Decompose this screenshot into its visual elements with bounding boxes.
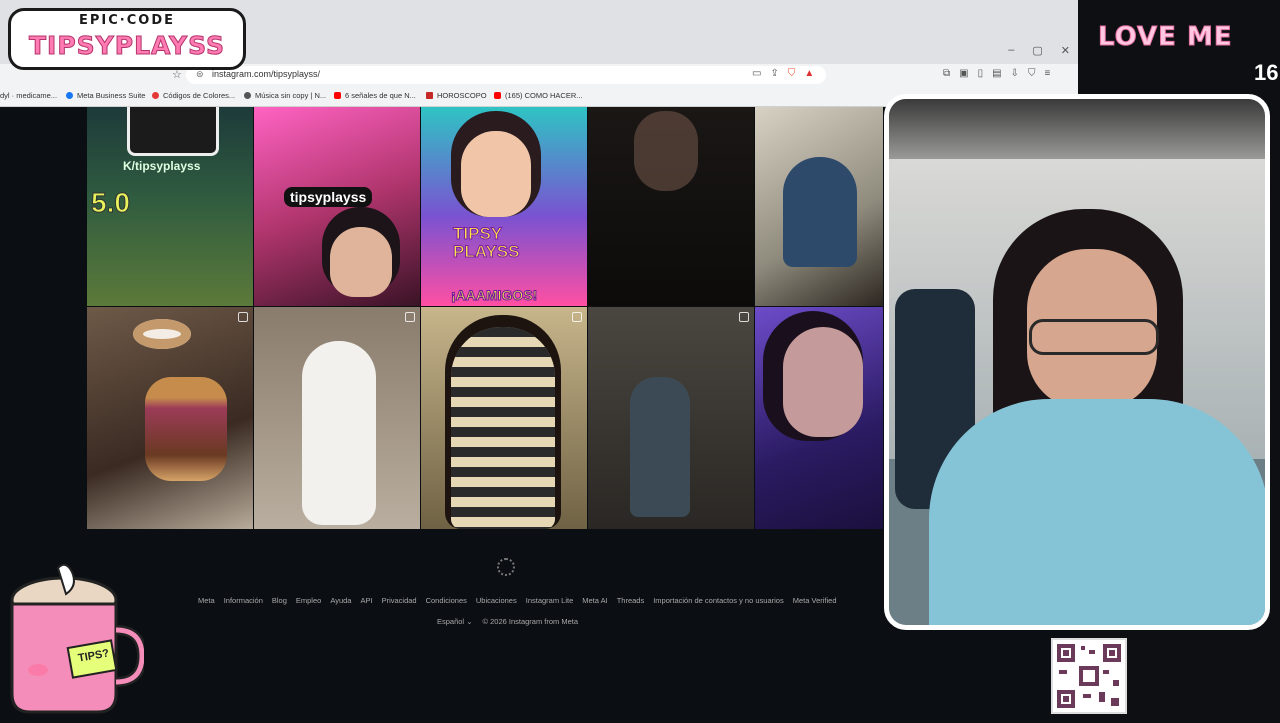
- post-tile[interactable]: TIPSY PLAYSS ¡AAAMIGOS!: [421, 107, 587, 306]
- footer-link[interactable]: Información: [224, 596, 263, 605]
- window-controls: – ▢ ✕: [1008, 44, 1070, 57]
- streamer-thumbnail: [127, 107, 219, 156]
- post-tile[interactable]: [755, 107, 883, 306]
- post-tile[interactable]: [588, 107, 754, 306]
- footer-link[interactable]: Meta: [198, 596, 215, 605]
- site-info-icon[interactable]: ⊜: [196, 69, 204, 80]
- footer-link[interactable]: Blog: [272, 596, 287, 605]
- glasses: [1029, 319, 1159, 355]
- handle-badge: tipsyplayss: [284, 187, 373, 207]
- logo-title: TIPSYPLAYSS: [29, 31, 225, 61]
- bookmark-item[interactable]: HOROSCOPO: [426, 91, 487, 100]
- post-tile[interactable]: [421, 307, 587, 529]
- bookmark-item[interactable]: Música sin copy | N...: [244, 91, 326, 100]
- footer-link[interactable]: Ayuda: [330, 596, 351, 605]
- share-icon[interactable]: ⇪: [770, 68, 778, 79]
- mug-illustration: [10, 563, 148, 714]
- love-me-text: LOVE ME: [1098, 22, 1233, 53]
- meta-icon: [66, 92, 73, 99]
- extensions-icon[interactable]: ⧉: [943, 68, 950, 79]
- post-tile[interactable]: K/tipsyplayss 5.0: [87, 107, 253, 306]
- minimize-button[interactable]: –: [1008, 44, 1014, 57]
- screenshot-icon[interactable]: ▣: [959, 68, 968, 79]
- chevron-down-icon: ⌄: [466, 617, 473, 626]
- menu-icon[interactable]: ≡: [1044, 68, 1050, 79]
- streamer-sweater: [929, 399, 1265, 625]
- channel-logo: EPIC·CODE TIPSYPLAYSS: [8, 8, 246, 70]
- reel-icon: [739, 312, 749, 322]
- reel-icon: [572, 312, 582, 322]
- post-tile[interactable]: [254, 307, 420, 529]
- youtube-icon: [334, 92, 341, 99]
- downloads-icon[interactable]: ⇩: [1011, 68, 1019, 79]
- girl-on-chair: [630, 377, 690, 517]
- cast-icon[interactable]: ▭: [752, 68, 761, 79]
- copyright-text: © 2026 Instagram from Meta: [482, 617, 579, 626]
- vpn-icon[interactable]: ⛉: [1028, 68, 1036, 79]
- footer-link[interactable]: Ubicaciones: [476, 596, 517, 605]
- post-tile[interactable]: tipsyplayss: [254, 107, 420, 306]
- reel-icon: [238, 312, 248, 322]
- maximize-button[interactable]: ▢: [1032, 44, 1042, 57]
- language-select[interactable]: Español ⌄: [437, 617, 473, 626]
- bookmark-item[interactable]: dyl · medicame...: [0, 91, 57, 100]
- color-codes-icon: [152, 92, 159, 99]
- score-text: 5.0: [91, 187, 131, 219]
- bookmark-item[interactable]: (165) COMO HACER...: [494, 91, 583, 100]
- qr-code-graphic: [1057, 644, 1121, 708]
- qr-code: [1051, 638, 1127, 714]
- footer-link[interactable]: Condiciones: [426, 596, 467, 605]
- footer-links: Meta Información Blog Empleo Ayuda API P…: [198, 596, 837, 605]
- avatar-figure: [461, 131, 531, 217]
- coffee-cup: [133, 319, 191, 349]
- url-text: instagram.com/tipsyplayss/: [212, 69, 321, 79]
- kick-handle: K/tipsyplayss: [123, 159, 201, 173]
- post-tile[interactable]: [755, 307, 883, 529]
- bookmark-item[interactable]: Códigos de Colores...: [152, 91, 235, 100]
- bookmark-item[interactable]: Meta Business Suite: [66, 91, 145, 100]
- illustrated-girl: [451, 327, 555, 529]
- footer-bottom: Español ⌄ © 2026 Instagram from Meta: [437, 617, 578, 626]
- selfie-face: [783, 327, 863, 437]
- music-icon: [244, 92, 251, 99]
- footer-link[interactable]: Meta AI: [582, 596, 607, 605]
- mirror-selfie: [783, 157, 857, 267]
- sandwich: [145, 377, 227, 481]
- address-bar[interactable]: ⊜ instagram.com/tipsyplayss/: [186, 66, 826, 84]
- footer-link[interactable]: Privacidad: [382, 596, 417, 605]
- close-button[interactable]: ✕: [1061, 44, 1070, 57]
- bookmark-item[interactable]: 6 señales de que N...: [334, 91, 416, 100]
- footer-link[interactable]: Instagram Lite: [526, 596, 574, 605]
- girl-face: [330, 227, 392, 297]
- loading-spinner-icon: [497, 558, 515, 576]
- brave-shield-icon[interactable]: ⛉: [788, 68, 796, 79]
- sidebar-icon[interactable]: ▯: [978, 68, 984, 79]
- footer-link[interactable]: API: [360, 596, 372, 605]
- box-subtitle: ¡AAAMIGOS!: [450, 287, 538, 304]
- background-toolbar: [900, 640, 1050, 660]
- footer-link[interactable]: Threads: [617, 596, 645, 605]
- footer-link[interactable]: Meta Verified: [793, 596, 837, 605]
- webcam-frame: [884, 94, 1270, 630]
- address-actions: ▭ ⇪ ⛉ ▲: [752, 68, 814, 79]
- footer-link[interactable]: Empleo: [296, 596, 321, 605]
- box-title: TIPSY PLAYSS: [453, 224, 520, 261]
- post-tile[interactable]: [87, 307, 253, 529]
- rewards-icon[interactable]: ▲: [804, 68, 814, 79]
- footer-link[interactable]: Importación de contactos y no usuarios: [653, 596, 784, 605]
- shelf-background: [889, 99, 1265, 159]
- mug-mascot: TIPS?: [2, 560, 148, 718]
- horoscope-icon: [426, 92, 433, 99]
- reel-icon: [405, 312, 415, 322]
- white-cat: [302, 341, 376, 525]
- wallet-icon[interactable]: ▤: [992, 68, 1001, 79]
- extension-icons: ⧉ ▣ ▯ ▤ ⇩ ⛉ ≡: [943, 68, 1050, 79]
- corner-number: 16: [1254, 60, 1279, 85]
- logo-subtitle: EPIC·CODE: [79, 13, 175, 28]
- youtube-icon: [494, 92, 501, 99]
- post-tile[interactable]: [588, 307, 754, 529]
- selfie-figure: [634, 111, 698, 191]
